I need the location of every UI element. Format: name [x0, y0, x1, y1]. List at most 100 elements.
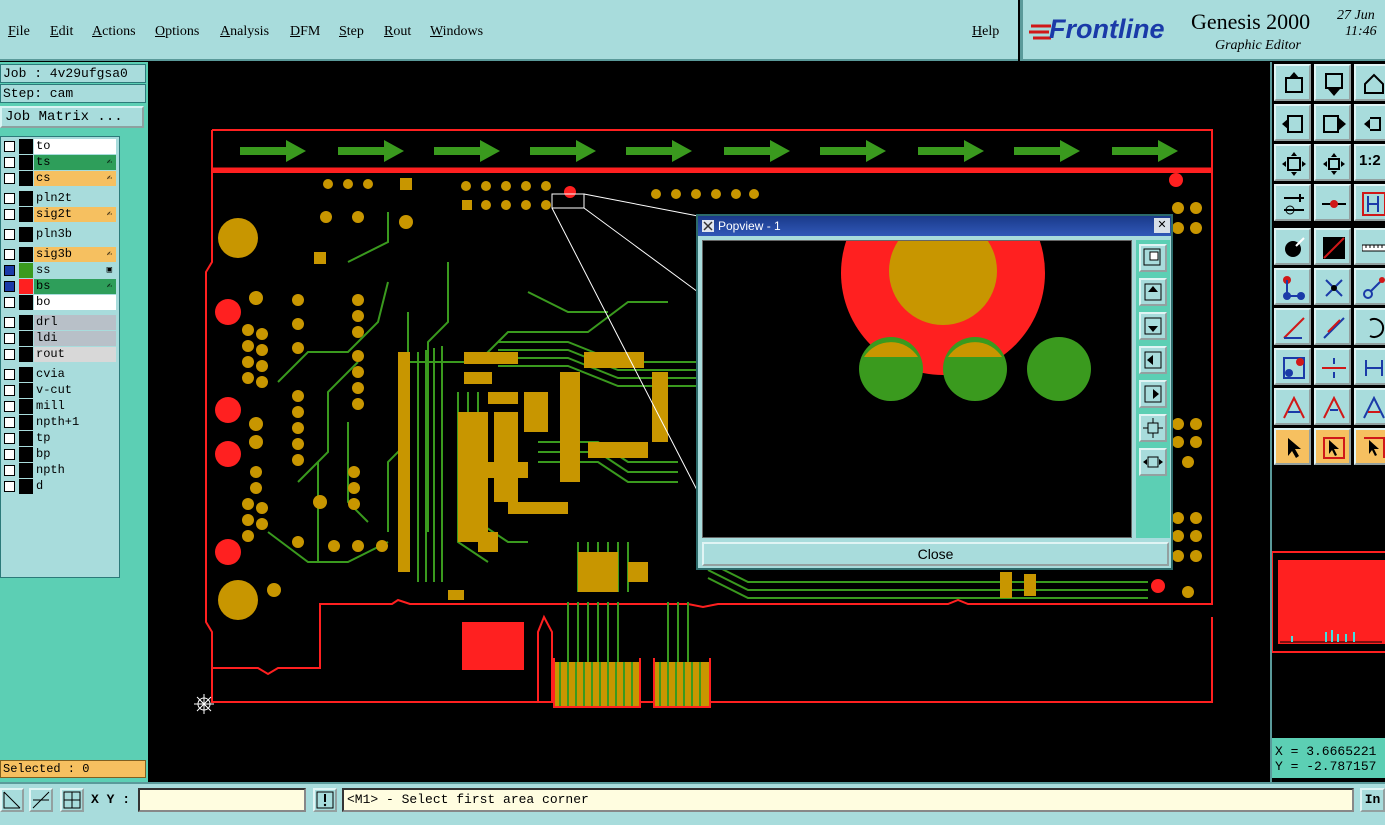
- tool-draw-line-button[interactable]: [1314, 308, 1351, 345]
- layer-color-swatch[interactable]: [19, 247, 33, 262]
- menu-help[interactable]: Help: [972, 24, 999, 40]
- menu-actions[interactable]: Actions: [92, 24, 136, 40]
- layer-name[interactable]: mill: [34, 399, 116, 414]
- layer-row-drl[interactable]: drl: [1, 315, 119, 330]
- tool-snap-button[interactable]: [1314, 184, 1351, 221]
- layer-row-sig3b[interactable]: sig3b ✍: [1, 247, 119, 262]
- popview-close-button[interactable]: Close: [702, 542, 1169, 566]
- layer-color-swatch[interactable]: [19, 171, 33, 186]
- layer-color-swatch[interactable]: [19, 431, 33, 446]
- layer-color-swatch[interactable]: [19, 207, 33, 222]
- layer-color-swatch[interactable]: [19, 295, 33, 310]
- tool-home-button[interactable]: [1354, 64, 1385, 101]
- job-matrix-button[interactable]: Job Matrix ...: [0, 106, 144, 128]
- layer-row-cs[interactable]: cs ✍: [1, 171, 119, 186]
- layer-name[interactable]: npth: [34, 463, 116, 478]
- tool-pan-up-button[interactable]: [1274, 64, 1311, 101]
- tool-line-button[interactable]: [1274, 308, 1311, 345]
- tool-pan-down-button[interactable]: [1314, 64, 1351, 101]
- layer-row-pln3b[interactable]: pln3b: [1, 227, 119, 242]
- layer-checkbox[interactable]: [4, 297, 15, 308]
- layer-checkbox[interactable]: [4, 229, 15, 240]
- layer-checkbox[interactable]: [4, 141, 15, 152]
- layer-color-swatch[interactable]: [19, 279, 33, 294]
- layer-row-rout[interactable]: rout: [1, 347, 119, 362]
- center-mode-button[interactable]: [60, 788, 84, 812]
- layer-checkbox[interactable]: [4, 417, 15, 428]
- popview-zoom-out-button[interactable]: [1139, 414, 1167, 442]
- layer-color-swatch[interactable]: [19, 191, 33, 206]
- layer-color-swatch[interactable]: [19, 263, 33, 278]
- popview-pan-down-button[interactable]: [1139, 312, 1167, 340]
- layer-color-swatch[interactable]: [19, 447, 33, 462]
- tool-pointer-button[interactable]: [1274, 428, 1311, 465]
- tool-rotate-button[interactable]: [1354, 308, 1385, 345]
- layer-row-npth+1[interactable]: npth+1: [1, 415, 119, 430]
- layer-name[interactable]: bo: [34, 295, 116, 310]
- layer-name[interactable]: v-cut: [34, 383, 116, 398]
- layer-name[interactable]: cvia: [34, 367, 116, 382]
- tool-ruler-button[interactable]: [1354, 228, 1385, 265]
- layer-color-swatch[interactable]: [19, 463, 33, 478]
- layer-color-swatch[interactable]: [19, 155, 33, 170]
- tool-stretch-button[interactable]: [1354, 348, 1385, 385]
- layer-checkbox[interactable]: [4, 465, 15, 476]
- tool-measure-button[interactable]: [1274, 184, 1311, 221]
- layer-checkbox[interactable]: [4, 209, 15, 220]
- menu-file[interactable]: File: [8, 24, 30, 40]
- layer-name[interactable]: rout: [34, 347, 116, 362]
- popview-pan-up-button[interactable]: [1139, 278, 1167, 306]
- layer-name[interactable]: cs ✍: [34, 171, 116, 186]
- menu-analysis[interactable]: Analysis: [220, 24, 269, 40]
- tool-connect-button[interactable]: [1274, 268, 1311, 305]
- layer-checkbox[interactable]: [4, 173, 15, 184]
- layer-row-ts[interactable]: ts ✍: [1, 155, 119, 170]
- layer-checkbox[interactable]: [4, 449, 15, 460]
- popview-pan-left-button[interactable]: [1139, 346, 1167, 374]
- layer-checkbox[interactable]: [4, 433, 15, 444]
- layer-row-bo[interactable]: bo: [1, 295, 119, 310]
- layer-color-swatch[interactable]: [19, 227, 33, 242]
- layer-row-pln2t[interactable]: pln2t: [1, 191, 119, 206]
- tool-select-area-button[interactable]: [1314, 228, 1351, 265]
- menu-edit[interactable]: Edit: [50, 24, 73, 40]
- popview-pan-right-button[interactable]: [1139, 380, 1167, 408]
- layer-row-to[interactable]: to: [1, 139, 119, 154]
- window-menu-icon[interactable]: [702, 220, 714, 232]
- layer-row-ss[interactable]: ss ▣: [1, 263, 119, 278]
- layer-color-swatch[interactable]: [19, 479, 33, 494]
- layer-color-swatch[interactable]: [19, 383, 33, 398]
- layer-row-bs[interactable]: bs ✍: [1, 279, 119, 294]
- layer-name[interactable]: drl: [34, 315, 116, 330]
- popview-window[interactable]: Popview - 1 ✕ Close: [696, 214, 1173, 570]
- layer-color-swatch[interactable]: [19, 415, 33, 430]
- layer-row-mill[interactable]: mill: [1, 399, 119, 414]
- menu-step[interactable]: Step: [339, 24, 364, 40]
- menu-windows[interactable]: Windows: [430, 24, 483, 40]
- tool-split-button[interactable]: [1314, 348, 1351, 385]
- layer-row-bp[interactable]: bp: [1, 447, 119, 462]
- tool-arc-button[interactable]: [1274, 388, 1311, 425]
- tool-net-button[interactable]: [1354, 184, 1385, 221]
- menu-rout[interactable]: Rout: [384, 24, 411, 40]
- tool-pointer-box-button[interactable]: [1314, 428, 1351, 465]
- layer-row-ldi[interactable]: ldi: [1, 331, 119, 346]
- layer-color-swatch[interactable]: [19, 399, 33, 414]
- layer-color-swatch[interactable]: [19, 331, 33, 346]
- layer-name[interactable]: bp: [34, 447, 116, 462]
- layer-name[interactable]: ldi: [34, 331, 116, 346]
- tool-zoom-in-button[interactable]: [1314, 144, 1351, 181]
- grid-mode-button[interactable]: [29, 788, 53, 812]
- layer-name[interactable]: npth+1: [34, 415, 116, 430]
- tool-undo-view-button[interactable]: [1354, 104, 1385, 141]
- layer-name[interactable]: to: [34, 139, 116, 154]
- layer-checkbox[interactable]: [4, 369, 15, 380]
- layer-color-swatch[interactable]: [19, 367, 33, 382]
- layer-checkbox[interactable]: [4, 265, 15, 276]
- tool-move-button[interactable]: [1354, 268, 1385, 305]
- layer-row-v-cut[interactable]: v-cut: [1, 383, 119, 398]
- layer-checkbox[interactable]: [4, 157, 15, 168]
- popview-zoom-button[interactable]: [1139, 244, 1167, 272]
- tool-pointer-select-button[interactable]: [1354, 428, 1385, 465]
- snap-mode-button[interactable]: [0, 788, 24, 812]
